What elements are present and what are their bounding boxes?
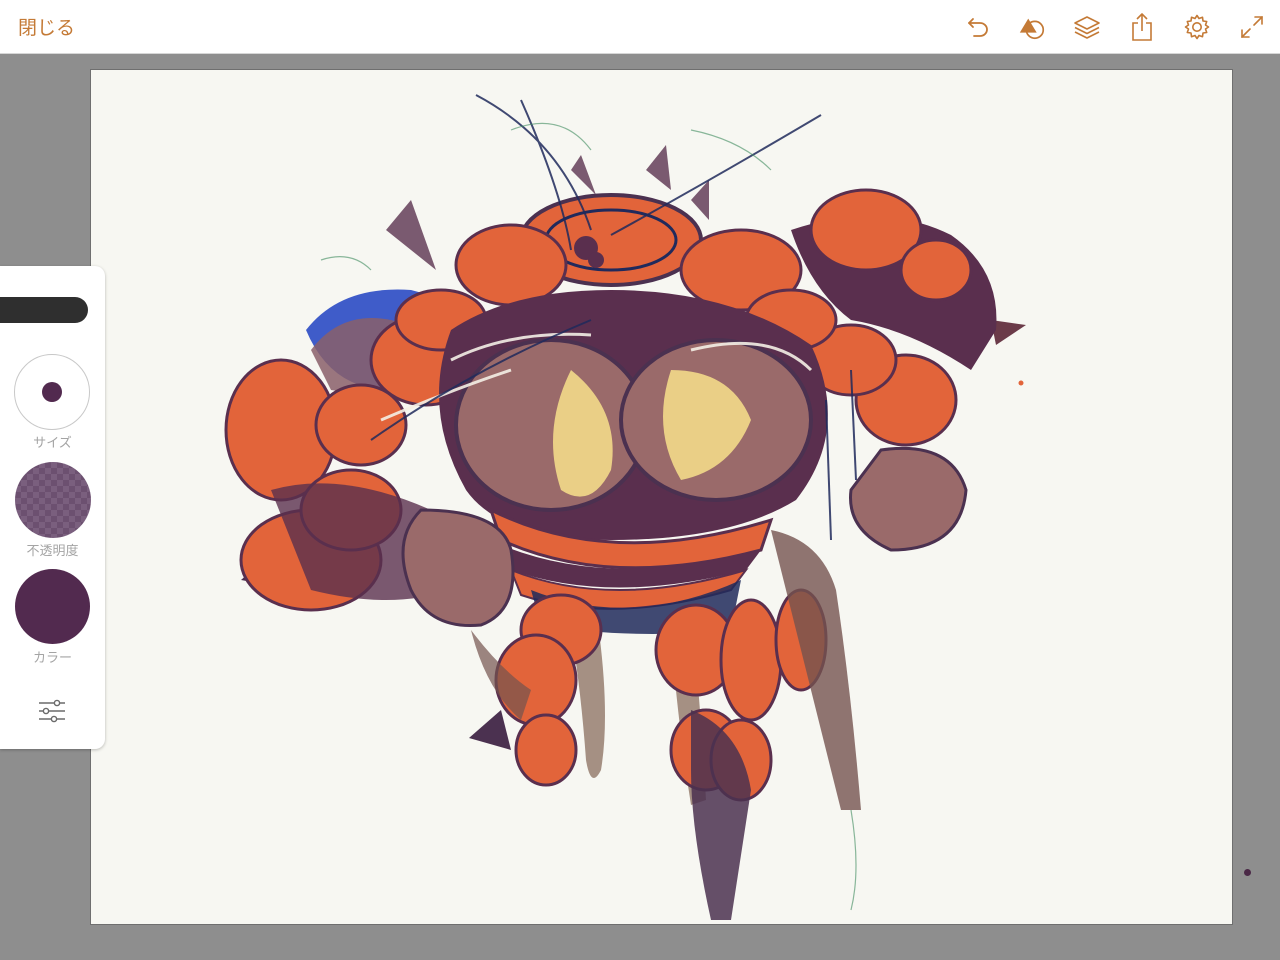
drawing-canvas[interactable]	[90, 69, 1233, 925]
fullscreen-icon	[1241, 16, 1263, 38]
opacity-control[interactable]	[15, 462, 91, 538]
close-button[interactable]: 閉じる	[18, 13, 75, 40]
share-icon	[1132, 13, 1152, 41]
size-control[interactable]	[14, 354, 90, 430]
share-button[interactable]	[1127, 12, 1157, 42]
undo-button[interactable]	[963, 12, 993, 42]
settings-button[interactable]	[1182, 12, 1212, 42]
artwork-sketch	[224, 94, 1026, 920]
color-label: カラー	[32, 651, 72, 666]
color-control[interactable]	[15, 569, 90, 644]
opacity-label: 不透明度	[26, 544, 79, 559]
top-toolbar: 閉じる	[0, 0, 1280, 54]
shapes-icon	[1019, 18, 1045, 40]
sliders-icon	[39, 699, 65, 723]
settings-icon	[1184, 14, 1210, 40]
cursor-dot	[1244, 869, 1251, 876]
fullscreen-button[interactable]	[1237, 12, 1267, 42]
brush-preview[interactable]	[0, 297, 88, 323]
layers-button[interactable]	[1072, 12, 1102, 42]
size-indicator-dot	[42, 382, 62, 402]
undo-icon	[968, 18, 988, 37]
brush-settings-button[interactable]	[36, 697, 68, 725]
shapes-button[interactable]	[1017, 12, 1047, 42]
brush-panel: サイズ 不透明度 カラー	[0, 266, 105, 749]
size-label: サイズ	[33, 436, 72, 451]
layers-icon	[1074, 16, 1100, 39]
